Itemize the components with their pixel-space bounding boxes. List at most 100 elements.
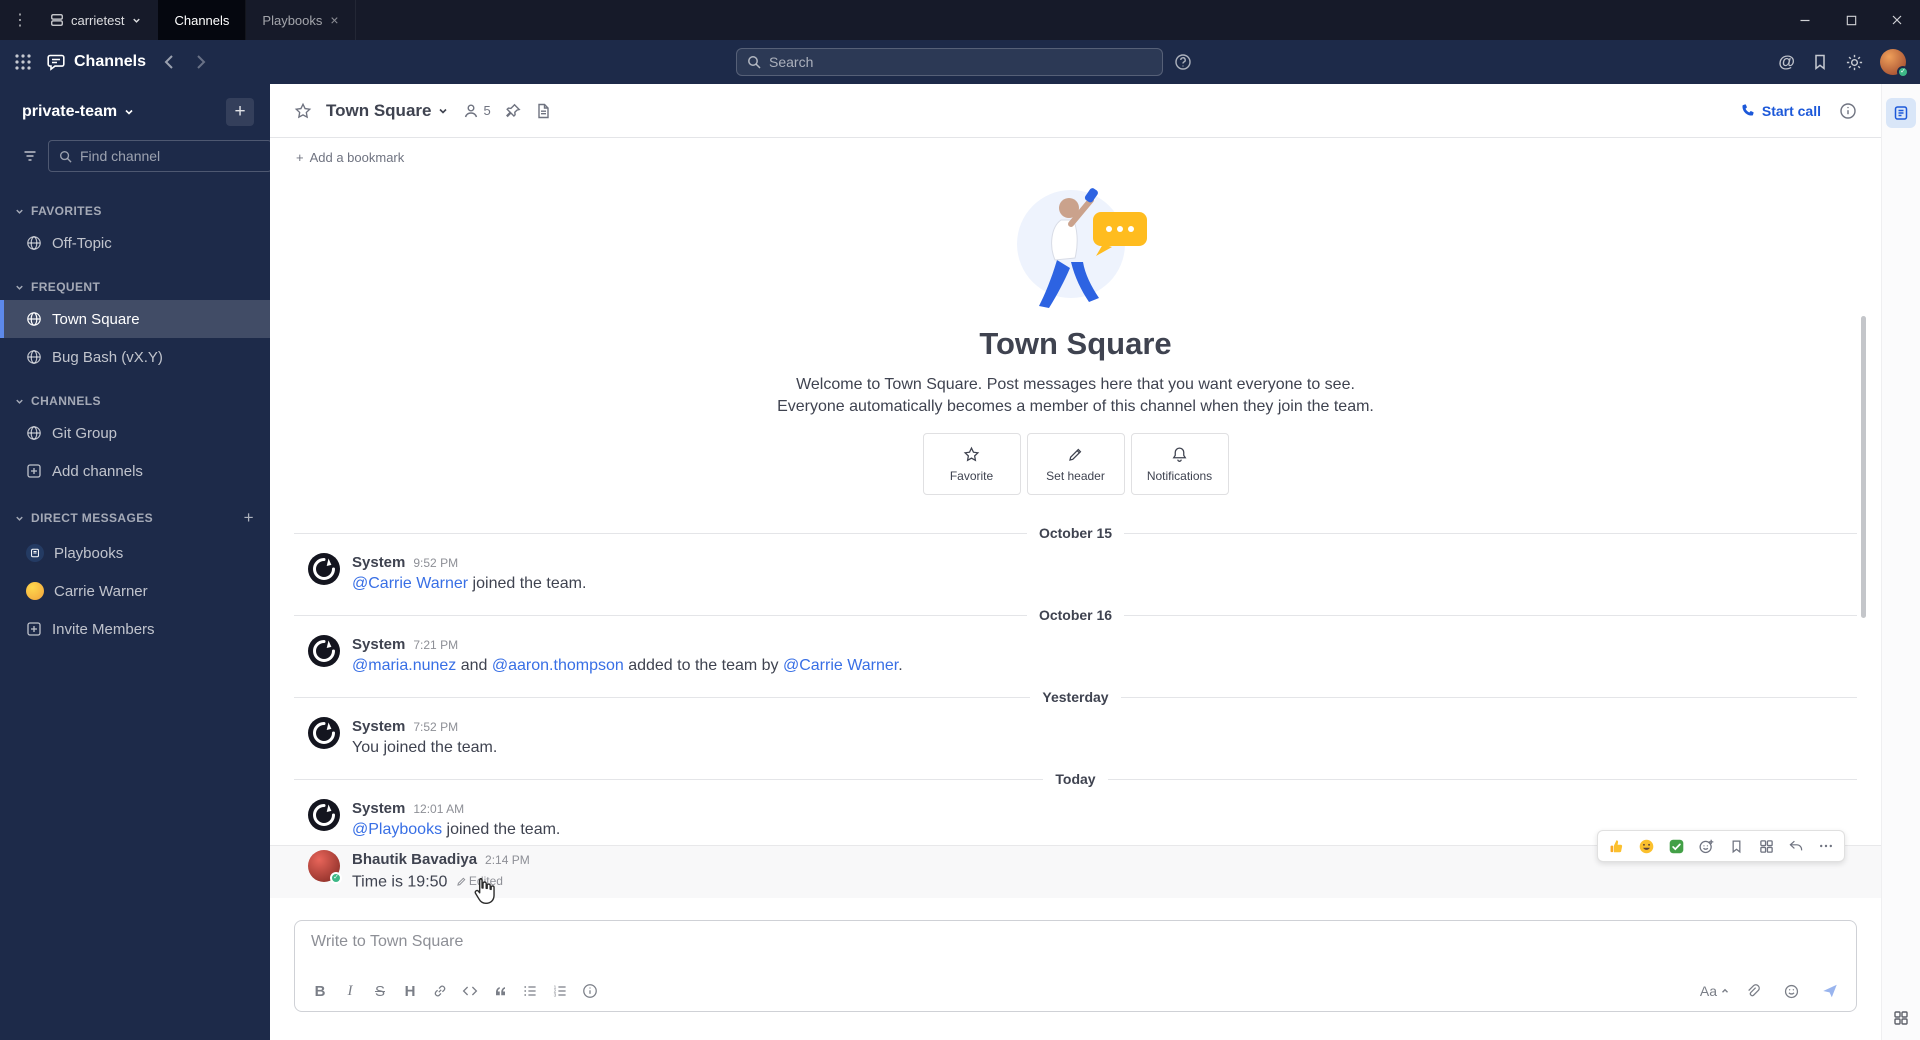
save-message-icon[interactable] [1722,834,1750,858]
search-icon [747,55,761,69]
team-name: private-team [22,103,118,120]
member-count-button[interactable]: 5 [463,103,491,119]
playbooks-appbar-icon[interactable] [1886,98,1916,128]
system-avatar[interactable] [308,717,340,750]
start-call-button[interactable]: Start call [1740,103,1821,119]
reaction-smile-icon[interactable] [1632,834,1660,858]
section-header-direct-messages[interactable]: DIRECT MESSAGES + [0,502,270,534]
app-menu-icon[interactable]: ⋮ [0,0,40,40]
chevron-down-icon [437,105,449,117]
message-actions-icon[interactable] [1752,834,1780,858]
bullet-list-button[interactable] [515,977,545,1005]
server-name: carrietest [71,12,125,28]
reaction-white-check-mark-icon[interactable] [1662,834,1690,858]
sidebar-item-add-channels[interactable]: Add channels [0,452,270,490]
reply-icon[interactable] [1782,834,1810,858]
mention-link[interactable]: @Carrie Warner [352,575,468,592]
filter-icon[interactable] [22,148,38,164]
sidebar-item-bug-bash[interactable]: Bug Bash (vX.Y) [0,338,270,376]
sidebar-item-git-group[interactable]: Git Group [0,414,270,452]
ordered-list-button[interactable]: 123 [545,977,575,1005]
attachment-paperclip-icon[interactable] [1738,977,1768,1005]
maximize-button[interactable] [1828,0,1874,40]
sidebar-item-carrie-warner-dm[interactable]: Carrie Warner [0,572,270,610]
back-icon[interactable] [160,52,180,72]
bold-button[interactable]: B [305,977,335,1005]
close-window-button[interactable] [1874,0,1920,40]
find-channel-input[interactable] [80,148,261,164]
message-sender[interactable]: System [352,799,405,819]
more-actions-icon[interactable] [1812,834,1840,858]
send-message-button[interactable] [1814,977,1846,1005]
system-avatar[interactable] [308,553,340,586]
plus-box-icon [26,463,42,479]
plus-icon: + [296,149,304,165]
message-sender[interactable]: System [352,553,405,573]
add-channel-button[interactable]: + [226,98,254,126]
section-header-channels[interactable]: CHANNELS [0,388,270,414]
close-tab-icon[interactable]: × [330,13,338,27]
reaction-thumbsup-icon[interactable] [1602,834,1630,858]
message-text: You joined the team. [352,739,498,757]
message-sender[interactable]: System [352,717,405,737]
message-sender[interactable]: Bhautik Bavadiya [352,850,477,870]
system-avatar[interactable] [308,799,340,832]
settings-gear-icon[interactable] [1845,53,1864,72]
message-input[interactable] [295,921,1856,971]
quote-button[interactable] [485,977,515,1005]
global-search[interactable] [736,48,1163,76]
italic-button[interactable]: I [335,977,365,1005]
mentions-icon[interactable]: @ [1778,52,1795,72]
notifications-button[interactable]: Notifications [1130,433,1229,496]
find-channel-box[interactable] [48,140,272,172]
team-menu-button[interactable]: private-team [22,103,135,121]
mention-link[interactable]: @Carrie Warner [783,657,898,674]
formatting-toggle-button[interactable]: Aa [1700,983,1730,999]
favorite-star-icon[interactable] [294,102,312,120]
help-icon[interactable] [1174,53,1192,71]
sidebar-item-off-topic[interactable]: Off-Topic [0,224,270,262]
message-sender[interactable]: System [352,635,405,655]
saved-messages-icon[interactable] [1811,53,1829,71]
message-composer[interactable]: B I S H [294,920,1857,1012]
sidebar-item-invite-members[interactable]: Invite Members [0,610,270,648]
pinned-posts-icon[interactable] [505,103,521,119]
product-switcher-icon[interactable] [14,53,32,71]
mention-link[interactable]: @aaron.thompson [492,657,624,674]
tab-playbooks[interactable]: Playbooks × [246,0,356,40]
sidebar-item-town-square[interactable]: Town Square [0,300,270,338]
date-divider-label: October 16 [1038,607,1113,624]
link-button[interactable] [425,977,455,1005]
add-reaction-icon[interactable] [1692,834,1720,858]
set-header-button[interactable]: Set header [1026,433,1125,496]
strikethrough-button[interactable]: S [365,977,395,1005]
add-bookmark-button[interactable]: + Add a bookmark [296,150,404,165]
product-name: Channels [74,53,147,70]
channel-files-icon[interactable] [535,103,551,119]
search-input[interactable] [769,54,1152,70]
add-direct-message-icon[interactable]: + [244,508,254,528]
channel-info-icon[interactable] [1839,102,1857,120]
server-selector[interactable]: carrietest [40,0,158,40]
message-priority-icon[interactable] [575,977,605,1005]
channel-name-menu[interactable]: Town Square [326,101,449,121]
product-grid-icon[interactable] [1893,1010,1909,1026]
favorite-button[interactable]: Favorite [922,433,1021,496]
user-message-avatar[interactable]: ✓ [308,850,342,885]
date-divider-label: October 15 [1038,525,1113,542]
code-button[interactable] [455,977,485,1005]
user-avatar[interactable]: ✓ [1880,49,1909,78]
section-header-frequent[interactable]: FREQUENT [0,274,270,300]
forward-icon[interactable] [190,52,210,72]
minimize-button[interactable] [1782,0,1828,40]
heading-button[interactable]: H [395,977,425,1005]
titlebar-left: ⋮ carrietest Channels Playbooks × [0,0,356,40]
section-header-favorites[interactable]: FAVORITES [0,198,270,224]
mention-link[interactable]: @maria.nunez [352,657,456,674]
system-avatar[interactable] [308,635,340,668]
tab-channels[interactable]: Channels [158,0,247,40]
scrollbar-thumb[interactable] [1861,316,1866,618]
emoji-picker-icon[interactable] [1776,977,1806,1005]
mention-link[interactable]: @Playbooks [352,821,442,838]
sidebar-item-playbooks-dm[interactable]: Playbooks [0,534,270,572]
